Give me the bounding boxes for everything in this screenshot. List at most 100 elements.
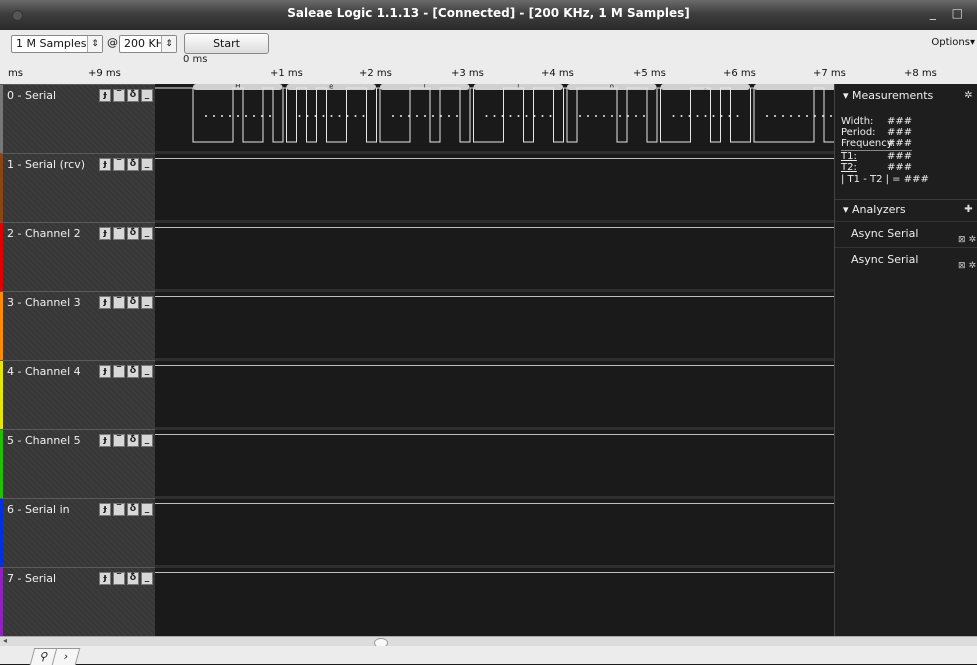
time-ruler[interactable]: ms +9 ms +1 ms +2 ms +3 ms +4 ms +5 ms +… [0, 66, 977, 84]
falling-edge-icon[interactable]: Ⴢ [127, 227, 139, 240]
falling-edge-icon[interactable]: Ⴢ [127, 503, 139, 516]
low-level-icon[interactable]: _ [141, 89, 153, 102]
measurement-diff: | T1 - T2 | = ### [841, 174, 929, 185]
decoded-byte[interactable] [754, 84, 834, 90]
high-level-icon[interactable]: ‾ [113, 365, 125, 378]
sample-dot [635, 115, 637, 117]
analyzer-item[interactable]: Async Serial ⊠ ✲ [835, 247, 977, 271]
ruler-tick: +8 ms [904, 68, 937, 79]
channel-7-header[interactable]: 7 - Serial ɟ ‾ Ⴢ _ [0, 567, 155, 636]
sample-dot [782, 115, 784, 117]
falling-edge-icon[interactable]: Ⴢ [127, 572, 139, 585]
measurements-title: Measurements [852, 89, 934, 102]
trigger-buttons[interactable]: ɟ ‾ Ⴢ _ [99, 227, 153, 240]
low-level-icon[interactable]: _ [141, 503, 153, 516]
decoded-char: e [329, 84, 333, 91]
sample-dot [688, 115, 691, 117]
falling-edge-icon[interactable]: Ⴢ [127, 296, 139, 309]
trigger-buttons[interactable]: ɟ ‾ Ⴢ _ [99, 365, 153, 378]
sample-dot [354, 115, 357, 117]
spinner-icon[interactable]: ⇕ [161, 36, 176, 52]
lane-separator [155, 220, 834, 223]
channel-name: 3 - Channel 3 [7, 296, 81, 309]
spinner-icon[interactable]: ⇕ [87, 36, 102, 52]
scroll-left-icon[interactable]: ◂ [3, 636, 7, 645]
channel-6-header[interactable]: 6 - Serial in ɟ ‾ Ⴢ _ [0, 498, 155, 567]
bottom-bar: ⚲ › [0, 646, 977, 665]
samples-select[interactable]: 1 M Samples ⇕ [11, 35, 103, 53]
measurement-t1[interactable]: T1: ### [841, 150, 913, 162]
falling-edge-icon[interactable]: Ⴢ [127, 434, 139, 447]
rising-edge-icon[interactable]: ɟ [99, 158, 111, 171]
channel-3-header[interactable]: 3 - Channel 3 ɟ ‾ Ⴢ _ [0, 291, 155, 360]
high-level-icon[interactable]: ‾ [113, 89, 125, 102]
channel-6-line [155, 503, 834, 504]
channel-0-header[interactable]: 0 - Serial ɟ ‾ Ⴢ _ [0, 84, 155, 153]
ruler-tick: +3 ms [451, 68, 484, 79]
sample-dot [579, 115, 581, 117]
sample-dot [245, 115, 247, 117]
channel-1-line [155, 158, 834, 159]
waveform-area[interactable]: He l l o, [155, 84, 834, 636]
start-button[interactable]: Start [184, 33, 269, 54]
low-level-icon[interactable]: _ [141, 572, 153, 585]
channel-1-header[interactable]: 1 - Serial (rcv) ɟ ‾ Ⴢ _ [0, 153, 155, 222]
trigger-buttons[interactable]: ɟ ‾ Ⴢ _ [99, 572, 153, 585]
falling-edge-icon[interactable]: Ⴢ [127, 365, 139, 378]
measurement-t2[interactable]: T2: ### [841, 162, 912, 173]
sample-dot [306, 115, 309, 117]
expand-icon[interactable]: › [51, 648, 81, 665]
falling-edge-icon[interactable]: Ⴢ [127, 89, 139, 102]
serial-waveform: He l l o, [155, 84, 834, 143]
trigger-buttons[interactable]: ɟ ‾ Ⴢ _ [99, 89, 153, 102]
trigger-buttons[interactable]: ɟ ‾ Ⴢ _ [99, 503, 153, 516]
high-level-icon[interactable]: ‾ [113, 503, 125, 516]
rising-edge-icon[interactable]: ɟ [99, 572, 111, 585]
sample-dot [229, 115, 231, 117]
channel-4-header[interactable]: 4 - Channel 4 ɟ ‾ Ⴢ _ [0, 360, 155, 429]
window-controls[interactable]: _ □ [930, 6, 969, 20]
rising-edge-icon[interactable]: ɟ [99, 434, 111, 447]
low-level-icon[interactable]: _ [141, 158, 153, 171]
rising-edge-icon[interactable]: ɟ [99, 89, 111, 102]
measurements-header[interactable]: ▾ Measurements ✲ [835, 86, 977, 106]
trigger-buttons[interactable]: ɟ ‾ Ⴢ _ [99, 434, 153, 447]
sample-dot [712, 115, 715, 117]
high-level-icon[interactable]: ‾ [113, 572, 125, 585]
rising-edge-icon[interactable]: ɟ [99, 365, 111, 378]
decoded-char: H [235, 84, 240, 91]
rising-edge-icon[interactable]: ɟ [99, 296, 111, 309]
options-menu[interactable]: Options▾ [931, 37, 975, 48]
low-level-icon[interactable]: _ [141, 227, 153, 240]
gear-icon[interactable]: ✲ [963, 90, 974, 101]
high-level-icon[interactable]: ‾ [113, 434, 125, 447]
add-icon[interactable]: ✚ [963, 204, 974, 215]
high-level-icon[interactable]: ‾ [113, 296, 125, 309]
sample-dot [416, 115, 418, 117]
trigger-buttons[interactable]: ɟ ‾ Ⴢ _ [99, 158, 153, 171]
sample-dot [627, 115, 629, 117]
sample-dot [338, 115, 341, 117]
rising-edge-icon[interactable]: ɟ [99, 503, 111, 516]
sample-dot [485, 115, 488, 117]
analyzer-item[interactable]: Async Serial ⊠ ✲ [835, 221, 977, 245]
measurement-width: Width: ### [841, 116, 913, 127]
falling-edge-icon[interactable]: Ⴢ [127, 158, 139, 171]
high-level-icon[interactable]: ‾ [113, 158, 125, 171]
analyzer-controls-icon[interactable]: ⊠ ✲ [958, 254, 976, 278]
high-level-icon[interactable]: ‾ [113, 227, 125, 240]
rising-edge-icon[interactable]: ɟ [99, 227, 111, 240]
sample-dot [643, 115, 645, 117]
window-title: Saleae Logic 1.1.13 - [Connected] - [200… [287, 6, 690, 20]
low-level-icon[interactable]: _ [141, 365, 153, 378]
analyzers-title: Analyzers [852, 203, 906, 216]
channel-2-header[interactable]: 2 - Channel 2 ɟ ‾ Ⴢ _ [0, 222, 155, 291]
rate-select[interactable]: 200 KHz ⇕ [119, 35, 177, 53]
title-bar: Saleae Logic 1.1.13 - [Connected] - [200… [0, 0, 977, 30]
analyzers-header[interactable]: ▾ Analyzers ✚ [835, 199, 977, 219]
channel-5-header[interactable]: 5 - Channel 5 ɟ ‾ Ⴢ _ [0, 429, 155, 498]
lane-separator [155, 496, 834, 499]
low-level-icon[interactable]: _ [141, 296, 153, 309]
trigger-buttons[interactable]: ɟ ‾ Ⴢ _ [99, 296, 153, 309]
low-level-icon[interactable]: _ [141, 434, 153, 447]
